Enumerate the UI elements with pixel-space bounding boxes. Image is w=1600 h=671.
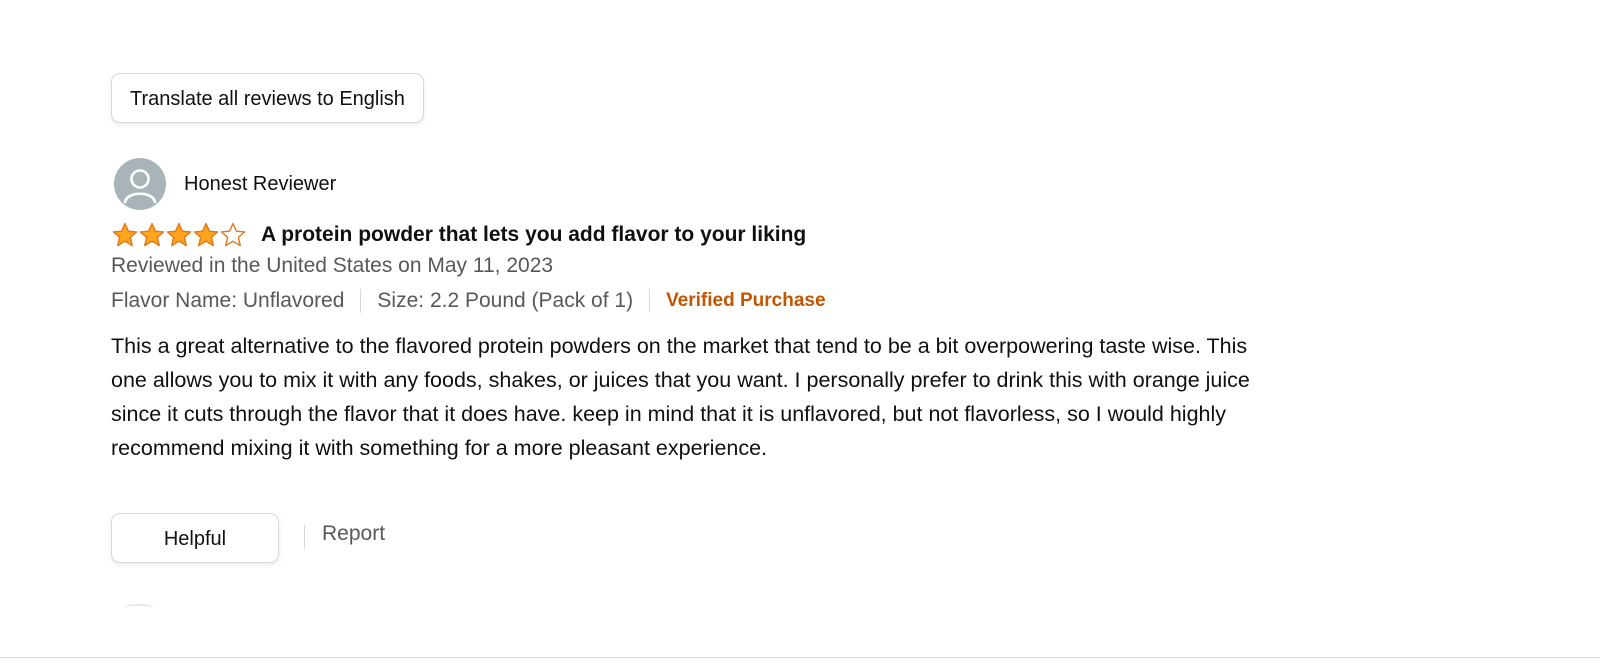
review-body: This a great alternative to the flavored… [111,334,1250,460]
star-rating[interactable] [112,222,247,248]
rating-row: A protein powder that lets you add flavo… [112,222,806,248]
star-icon [166,222,192,247]
review-title[interactable]: A protein powder that lets you add flavo… [261,223,806,247]
review-meta: Flavor Name: Unflavored Size: 2.2 Pound … [111,289,826,313]
star-icon [139,222,165,247]
star-icon [112,222,138,247]
helpful-button[interactable]: Helpful [111,513,279,563]
report-link[interactable]: Report [322,522,385,546]
size-variant-link[interactable]: Size: 2.2 Pound (Pack of 1) [377,289,633,313]
verified-purchase-badge: Verified Purchase [666,290,826,311]
translate-reviews-button[interactable]: Translate all reviews to English [111,73,424,123]
bottom-divider [0,657,1600,658]
user-avatar-icon [114,158,166,210]
star-icon [193,222,219,247]
star-icon [220,222,246,247]
review-date: Reviewed in the United States on May 11,… [111,254,554,277]
next-review-avatar-edge [124,604,154,610]
flavor-variant-link[interactable]: Flavor Name: Unflavored [111,289,344,313]
reviewer-name: Honest Reviewer [184,172,337,195]
meta-divider [360,289,362,313]
action-divider [304,525,305,549]
reviewer-profile[interactable]: Honest Reviewer [114,158,336,210]
meta-divider [649,289,651,313]
